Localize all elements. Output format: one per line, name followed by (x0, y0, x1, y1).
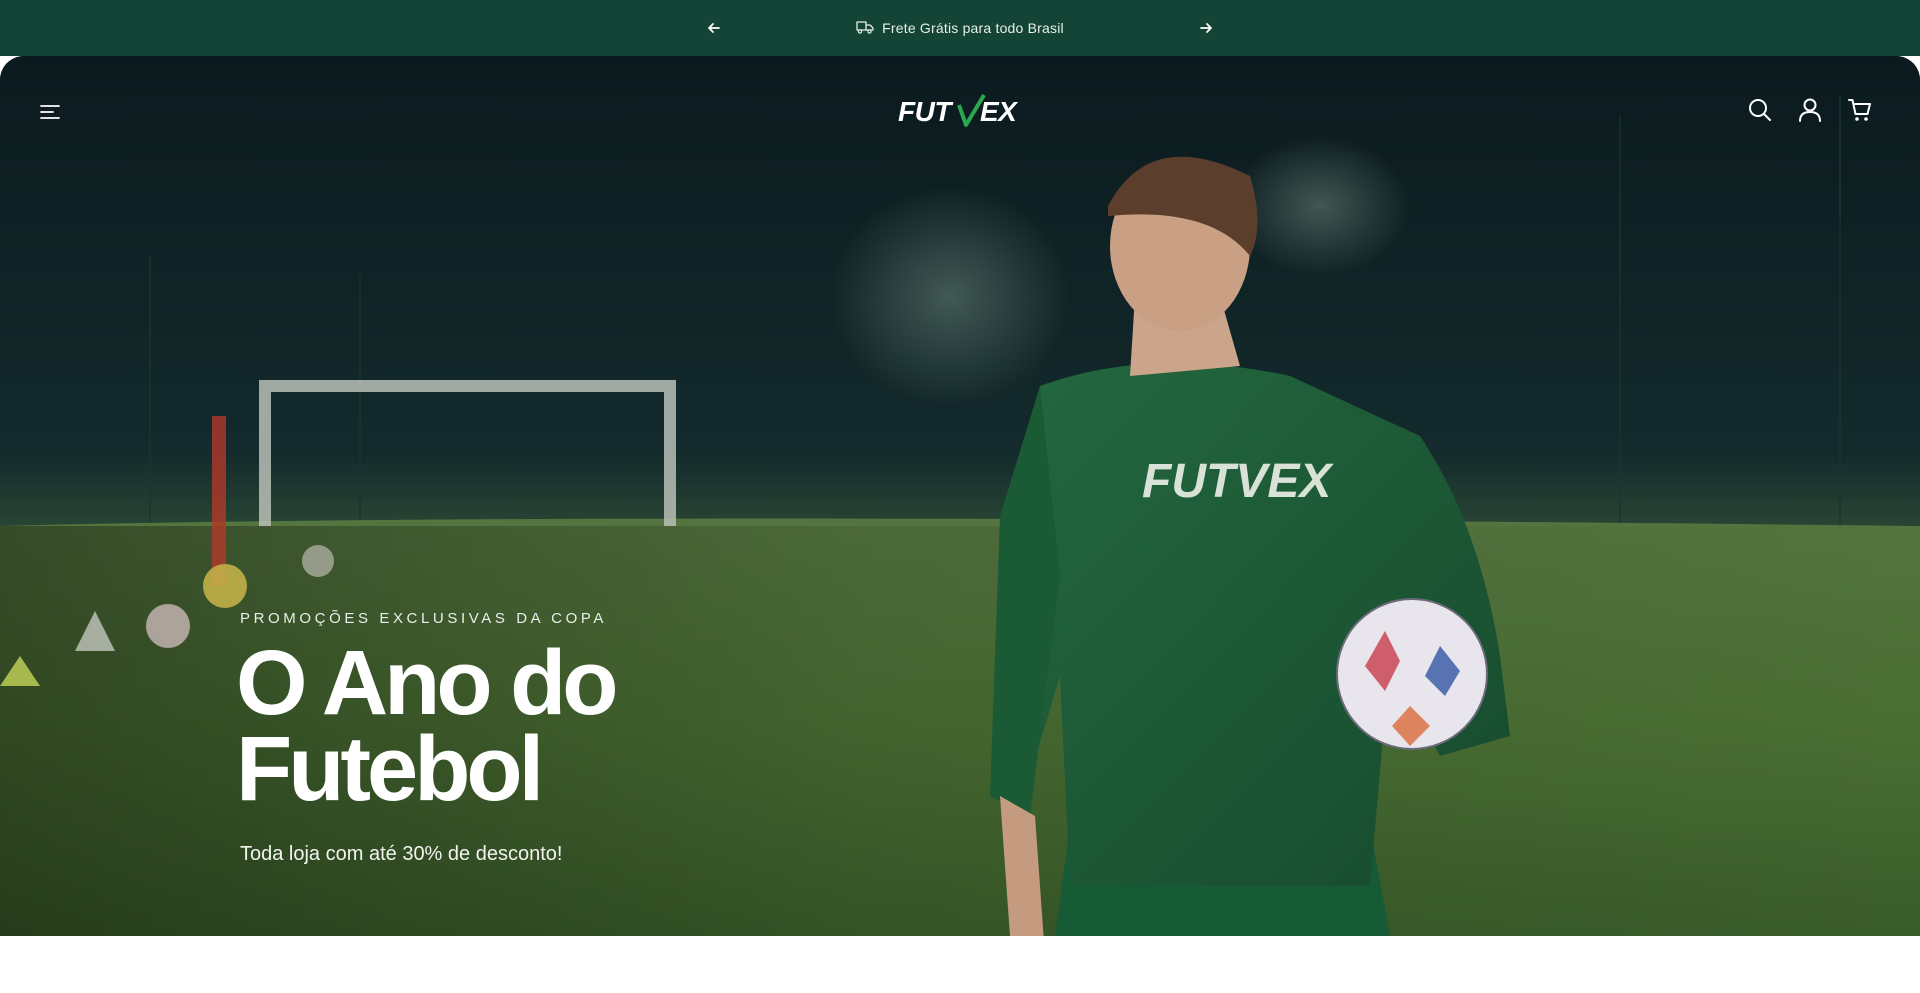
hero-headline-line2: Futebol (236, 718, 544, 820)
truck-icon (856, 20, 874, 37)
cart-icon (1848, 99, 1871, 121)
arrow-right-icon (1200, 23, 1212, 33)
cart-button[interactable] (1842, 92, 1878, 128)
search-icon (1749, 99, 1771, 121)
next-announcement-button[interactable] (1192, 14, 1220, 42)
previous-announcement-button[interactable] (700, 14, 728, 42)
account-button[interactable] (1792, 92, 1828, 128)
svg-text:EX: EX (980, 96, 1019, 127)
announcement-message: Frete Grátis para todo Brasil (0, 0, 1920, 56)
jersey-logo: FUTVEX (1142, 455, 1334, 508)
logo-link[interactable]: FUT EX (896, 88, 1026, 134)
hero-subtext: Toda loja com até 30% de desconto! (240, 843, 563, 865)
hero-headline: O Ano do Futebol (236, 637, 796, 815)
futvex-logo: FUT EX (898, 93, 1020, 127)
hero-eyebrow: PROMOÇÕES EXCLUSIVAS DA COPA (240, 610, 607, 627)
announcement-bar: Frete Grátis para todo Brasil (0, 0, 1920, 56)
account-icon (1799, 98, 1821, 122)
menu-button[interactable] (32, 94, 68, 130)
search-button[interactable] (1742, 92, 1778, 128)
announcement-text: Frete Grátis para todo Brasil (882, 20, 1064, 36)
arrow-left-icon (708, 23, 720, 33)
menu-icon (40, 105, 60, 119)
svg-text:FUT: FUT (898, 96, 954, 127)
